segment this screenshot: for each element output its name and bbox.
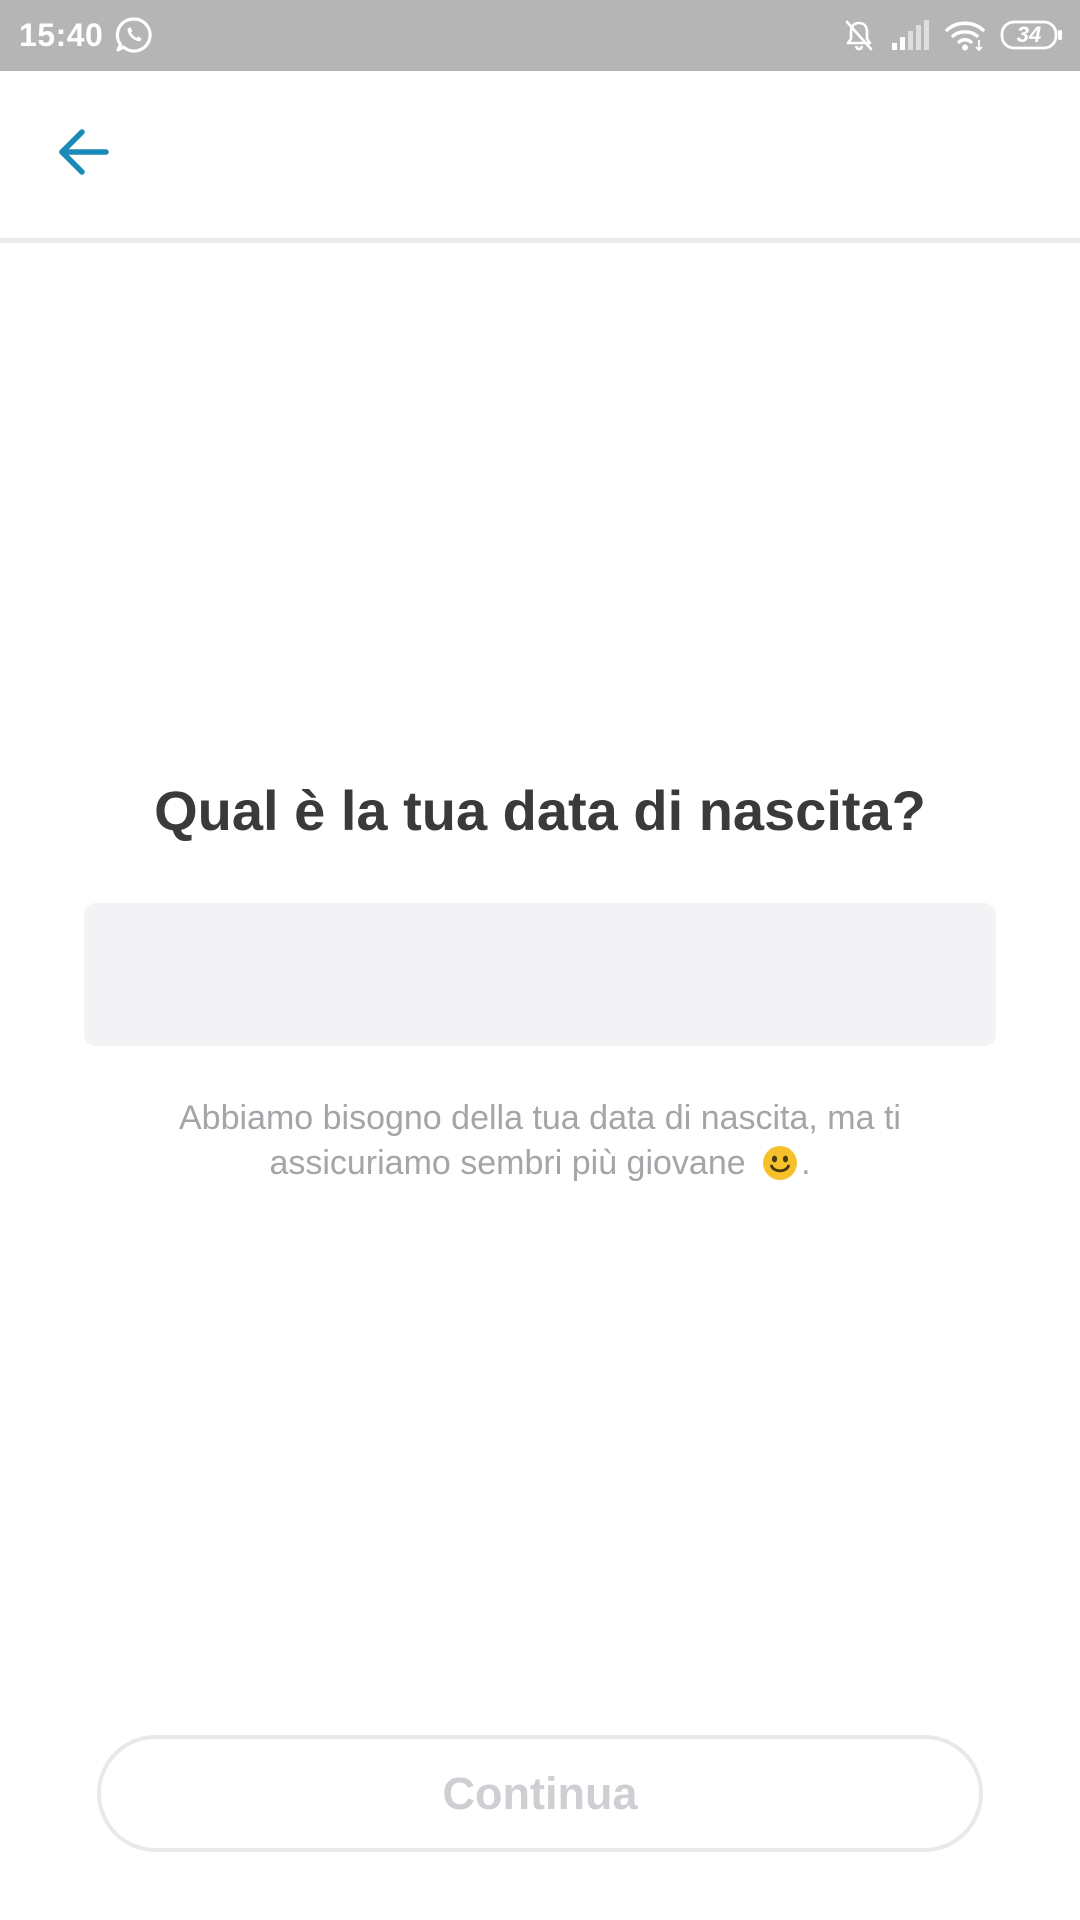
helper-text-end: .: [801, 1144, 811, 1182]
wifi-icon: [944, 18, 986, 52]
smiley-icon: [761, 1144, 799, 1182]
signal-icon: [890, 19, 930, 51]
app-bar: [0, 71, 1080, 243]
battery-icon: 34: [1000, 20, 1064, 50]
continue-button[interactable]: Continua: [97, 1735, 983, 1852]
bell-off-icon: [842, 18, 876, 52]
birth-date-input[interactable]: [84, 903, 996, 1046]
battery-level: 34: [1016, 22, 1042, 47]
status-bar: 15:40 34: [0, 0, 1080, 71]
arrow-left-icon: [58, 128, 110, 181]
continue-label: Continua: [442, 1767, 638, 1819]
status-icons: 34: [842, 15, 1064, 55]
whatsapp-icon: [114, 15, 154, 55]
helper-text: Abbiamo bisogno della tua data di nascit…: [120, 1096, 960, 1186]
screen: 15:40 34 Qual è la tua data di nascita? …: [0, 0, 1080, 1920]
back-button[interactable]: [42, 112, 126, 196]
status-time: 15:40: [19, 17, 104, 53]
page-title: Qual è la tua data di nascita?: [154, 779, 926, 842]
